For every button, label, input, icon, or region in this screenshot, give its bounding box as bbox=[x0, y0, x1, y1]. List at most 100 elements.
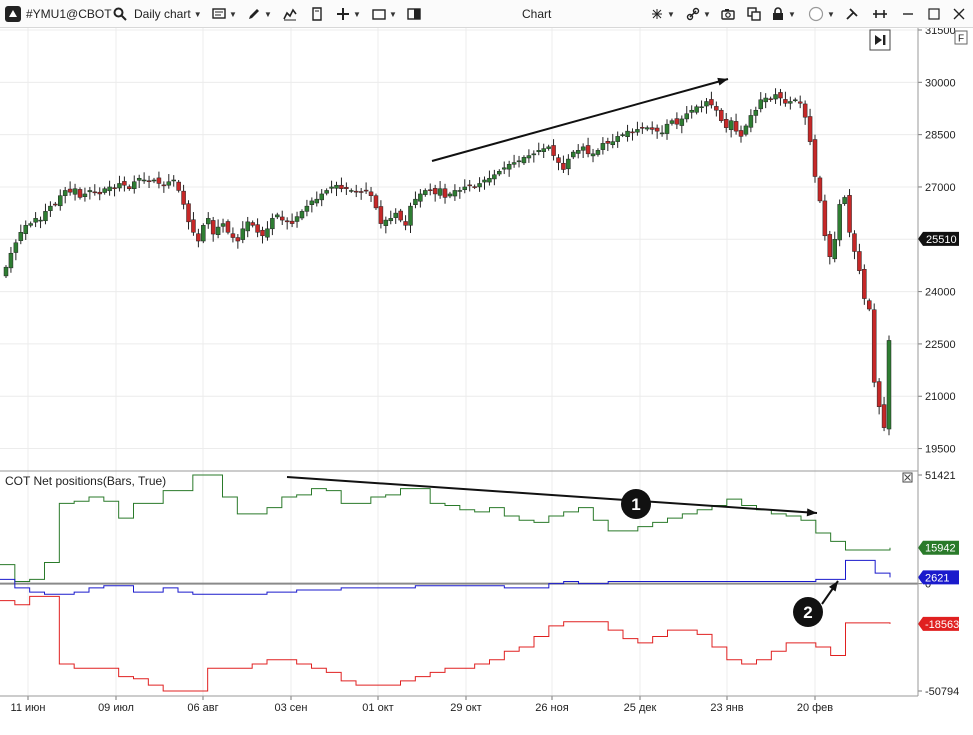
candle-body bbox=[585, 145, 591, 155]
candle bbox=[881, 396, 887, 432]
candle bbox=[279, 210, 285, 225]
candle-body bbox=[566, 158, 571, 170]
candle bbox=[201, 223, 206, 244]
window-layout-button[interactable]: ▼ bbox=[372, 0, 397, 28]
candle-body bbox=[398, 210, 403, 221]
link-icon[interactable]: ▼ bbox=[686, 0, 711, 28]
candle-body bbox=[102, 188, 107, 193]
price-tick-label: 24000 bbox=[925, 287, 956, 299]
maximize-icon[interactable] bbox=[928, 0, 940, 28]
camera-icon[interactable] bbox=[721, 0, 735, 28]
candle bbox=[871, 303, 877, 388]
timeframe-selector[interactable]: Daily chart ▼ bbox=[134, 0, 202, 28]
candle-body bbox=[531, 153, 537, 156]
futures-badge-text: F bbox=[958, 34, 964, 45]
tools-icon[interactable] bbox=[845, 0, 859, 28]
indicators-icon[interactable] bbox=[283, 0, 297, 28]
candle bbox=[674, 112, 680, 130]
candle-body bbox=[127, 186, 132, 189]
candle-body bbox=[654, 127, 660, 132]
candle-body bbox=[521, 157, 527, 164]
candle-body bbox=[87, 190, 93, 193]
candle bbox=[556, 154, 561, 171]
indicator-close-icon[interactable] bbox=[902, 472, 913, 483]
candle bbox=[561, 155, 566, 174]
color-circle-icon[interactable]: ▼ bbox=[808, 0, 835, 28]
candle bbox=[719, 108, 724, 123]
chevron-down-icon: ▼ bbox=[667, 9, 675, 19]
scroll-to-end-button[interactable] bbox=[869, 29, 891, 51]
template-icon[interactable] bbox=[310, 0, 324, 28]
candle-body bbox=[265, 228, 270, 238]
candle bbox=[215, 219, 221, 239]
price-trend-arrow-head bbox=[717, 77, 728, 86]
candle bbox=[635, 121, 640, 136]
candle-body bbox=[67, 188, 73, 193]
candle-body bbox=[738, 130, 744, 137]
candle-body bbox=[536, 150, 542, 152]
candle bbox=[457, 186, 463, 199]
price-axis[interactable]: 3150030000285002700025500240002250021000… bbox=[918, 28, 959, 456]
candle-body bbox=[501, 167, 507, 170]
candle-body bbox=[122, 181, 127, 186]
symbol-selector[interactable]: #YMU1@CBOT bbox=[26, 0, 112, 28]
candle-body bbox=[862, 269, 867, 299]
panel-toggle-icon[interactable] bbox=[407, 0, 421, 28]
lock-icon[interactable]: ▼ bbox=[771, 0, 796, 28]
candle-body bbox=[33, 218, 38, 223]
chart-area[interactable]: 3150030000285002700025500240002250021000… bbox=[0, 28, 973, 735]
time-tick-label: 03 сен bbox=[275, 702, 308, 714]
candle-body bbox=[669, 120, 675, 124]
candle bbox=[595, 148, 601, 157]
candle-body bbox=[793, 99, 798, 102]
candle bbox=[8, 246, 14, 273]
candle-body bbox=[546, 146, 551, 149]
close-icon[interactable] bbox=[953, 0, 965, 28]
app-logo-icon[interactable] bbox=[4, 0, 22, 28]
candle-body bbox=[590, 153, 596, 157]
candle bbox=[600, 137, 606, 155]
candle-body bbox=[176, 181, 181, 191]
candle bbox=[654, 124, 660, 139]
candle bbox=[788, 96, 793, 110]
candle bbox=[82, 187, 88, 202]
price-tick-label: 27000 bbox=[925, 182, 956, 194]
candle bbox=[482, 176, 487, 190]
marker-badge: 1 bbox=[621, 489, 651, 519]
time-axis[interactable]: 11 июн 09 июл 06 авг 03 сен 01 окт 29 окт 26 н… bbox=[11, 696, 834, 714]
indicator-axis[interactable]: 514210-50794159422621-18563 bbox=[918, 470, 959, 698]
candle-body bbox=[442, 188, 448, 198]
window-title-text: Chart bbox=[522, 7, 552, 21]
chart-type-button[interactable]: ▼ bbox=[212, 0, 237, 28]
candle bbox=[265, 221, 270, 241]
candle bbox=[43, 203, 48, 225]
sync-icon[interactable]: ▼ bbox=[650, 0, 675, 28]
candle bbox=[783, 91, 788, 107]
candle bbox=[299, 209, 305, 221]
price-tick-label: 22500 bbox=[925, 339, 956, 351]
candle bbox=[649, 121, 655, 135]
candle-body bbox=[418, 193, 423, 202]
candle-body bbox=[797, 101, 803, 104]
candle bbox=[620, 132, 625, 138]
candle bbox=[97, 187, 102, 201]
candle-body bbox=[255, 224, 260, 233]
candle-body bbox=[92, 191, 98, 194]
candle-body bbox=[783, 99, 788, 104]
copy-icon[interactable] bbox=[747, 0, 761, 28]
candle-body bbox=[728, 120, 734, 131]
candle-body bbox=[857, 251, 862, 271]
candle-body bbox=[482, 179, 487, 183]
draw-tool-button[interactable]: ▼ bbox=[247, 0, 272, 28]
candle-body bbox=[768, 98, 773, 101]
candle bbox=[832, 231, 837, 263]
candle bbox=[146, 175, 152, 189]
candle bbox=[324, 188, 329, 196]
search-icon[interactable] bbox=[113, 0, 127, 28]
crosshair-button[interactable]: ▼ bbox=[336, 0, 361, 28]
pin-icon[interactable] bbox=[872, 0, 888, 28]
minimize-icon[interactable] bbox=[902, 0, 914, 28]
candle-body bbox=[171, 179, 176, 182]
candle-body bbox=[201, 225, 206, 242]
cot-series-line bbox=[0, 559, 891, 595]
